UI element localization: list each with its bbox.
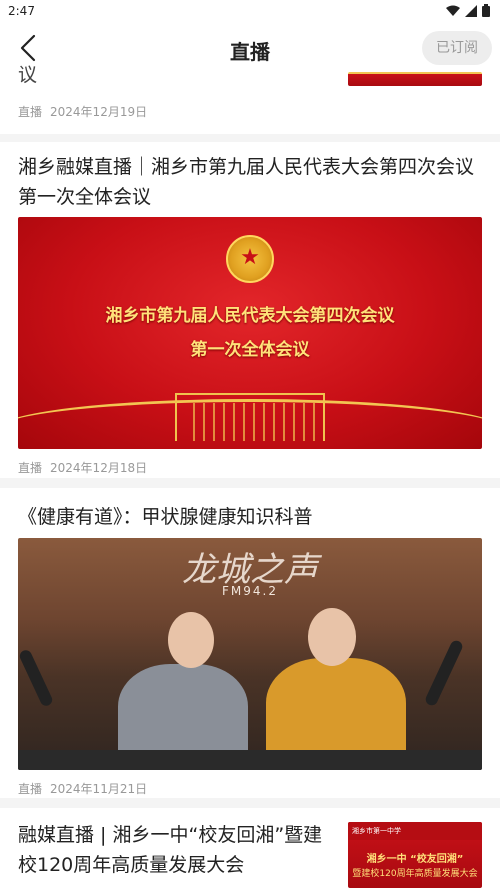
list-item[interactable]: 议 直播 2024年12月19日 (0, 64, 500, 134)
banner-headline: 湘乡市第九届人民代表大会第四次会议 (105, 306, 395, 326)
item-title: 融媒直播 | 湘乡一中“校友回湘”暨建校120周年高质量发展大会 (18, 824, 323, 876)
item-date: 2024年11月21日 (50, 782, 148, 796)
item-date: 2024年12月18日 (50, 461, 148, 475)
host-female-head (168, 612, 214, 668)
thumb-headline: 湘乡一中 “校友回湘” (366, 854, 464, 865)
list-item[interactable]: 融媒直播 | 湘乡一中“校友回湘”暨建校120周年高质量发展大会 湘乡市第一中学… (0, 808, 500, 888)
item-meta: 直播 2024年11月21日 (18, 780, 147, 797)
national-emblem-icon (226, 235, 274, 283)
item-title: 湘乡融媒直播｜湘乡市第九届人民代表大会第四次会议第一次全体会议 (18, 156, 475, 208)
item-date: 2024年12月19日 (50, 105, 148, 119)
desk (18, 750, 482, 770)
item-type-label: 直播 (18, 782, 43, 796)
item-thumbnail: 湘乡市第一中学 湘乡一中 “校友回湘” 暨建校120周年高质量发展大会 (348, 822, 482, 888)
status-bar: 2:47 (0, 0, 500, 24)
item-meta: 直播 2024年12月19日 (18, 103, 147, 120)
item-type-label: 直播 (18, 461, 43, 475)
status-icons (446, 4, 490, 17)
battery-icon (482, 4, 490, 17)
host-male-head (308, 608, 356, 666)
microphone-icon (18, 648, 55, 708)
signal-icon (465, 4, 477, 17)
studio-frequency: FM94.2 (222, 584, 278, 598)
wifi-icon (446, 5, 460, 16)
item-thumbnail: 龙城之声 FM94.2 (18, 538, 482, 770)
item-type-label: 直播 (18, 105, 43, 119)
banner-subheadline: 第一次全体会议 (190, 340, 310, 360)
status-time: 2:47 (8, 4, 35, 18)
thumb-school-name: 湘乡市第一中学 (352, 827, 401, 835)
item-title: 《健康有道》：甲状腺健康知识科普 (18, 506, 313, 528)
thumb-subheadline: 暨建校120周年高质量发展大会 (352, 869, 478, 879)
list-item[interactable]: 《健康有道》：甲状腺健康知识科普 龙城之声 FM94.2 直播 2024年11月2… (0, 488, 500, 798)
item-meta: 直播 2024年12月18日 (18, 459, 147, 476)
item-thumbnail (348, 72, 482, 86)
list-item[interactable]: 湘乡融媒直播｜湘乡市第九届人民代表大会第四次会议第一次全体会议 湘乡市第九届人民… (0, 142, 500, 478)
microphone-icon (423, 638, 465, 708)
building-icon (175, 393, 325, 441)
item-thumbnail: 湘乡市第九届人民代表大会第四次会议 第一次全体会议 (18, 217, 482, 449)
